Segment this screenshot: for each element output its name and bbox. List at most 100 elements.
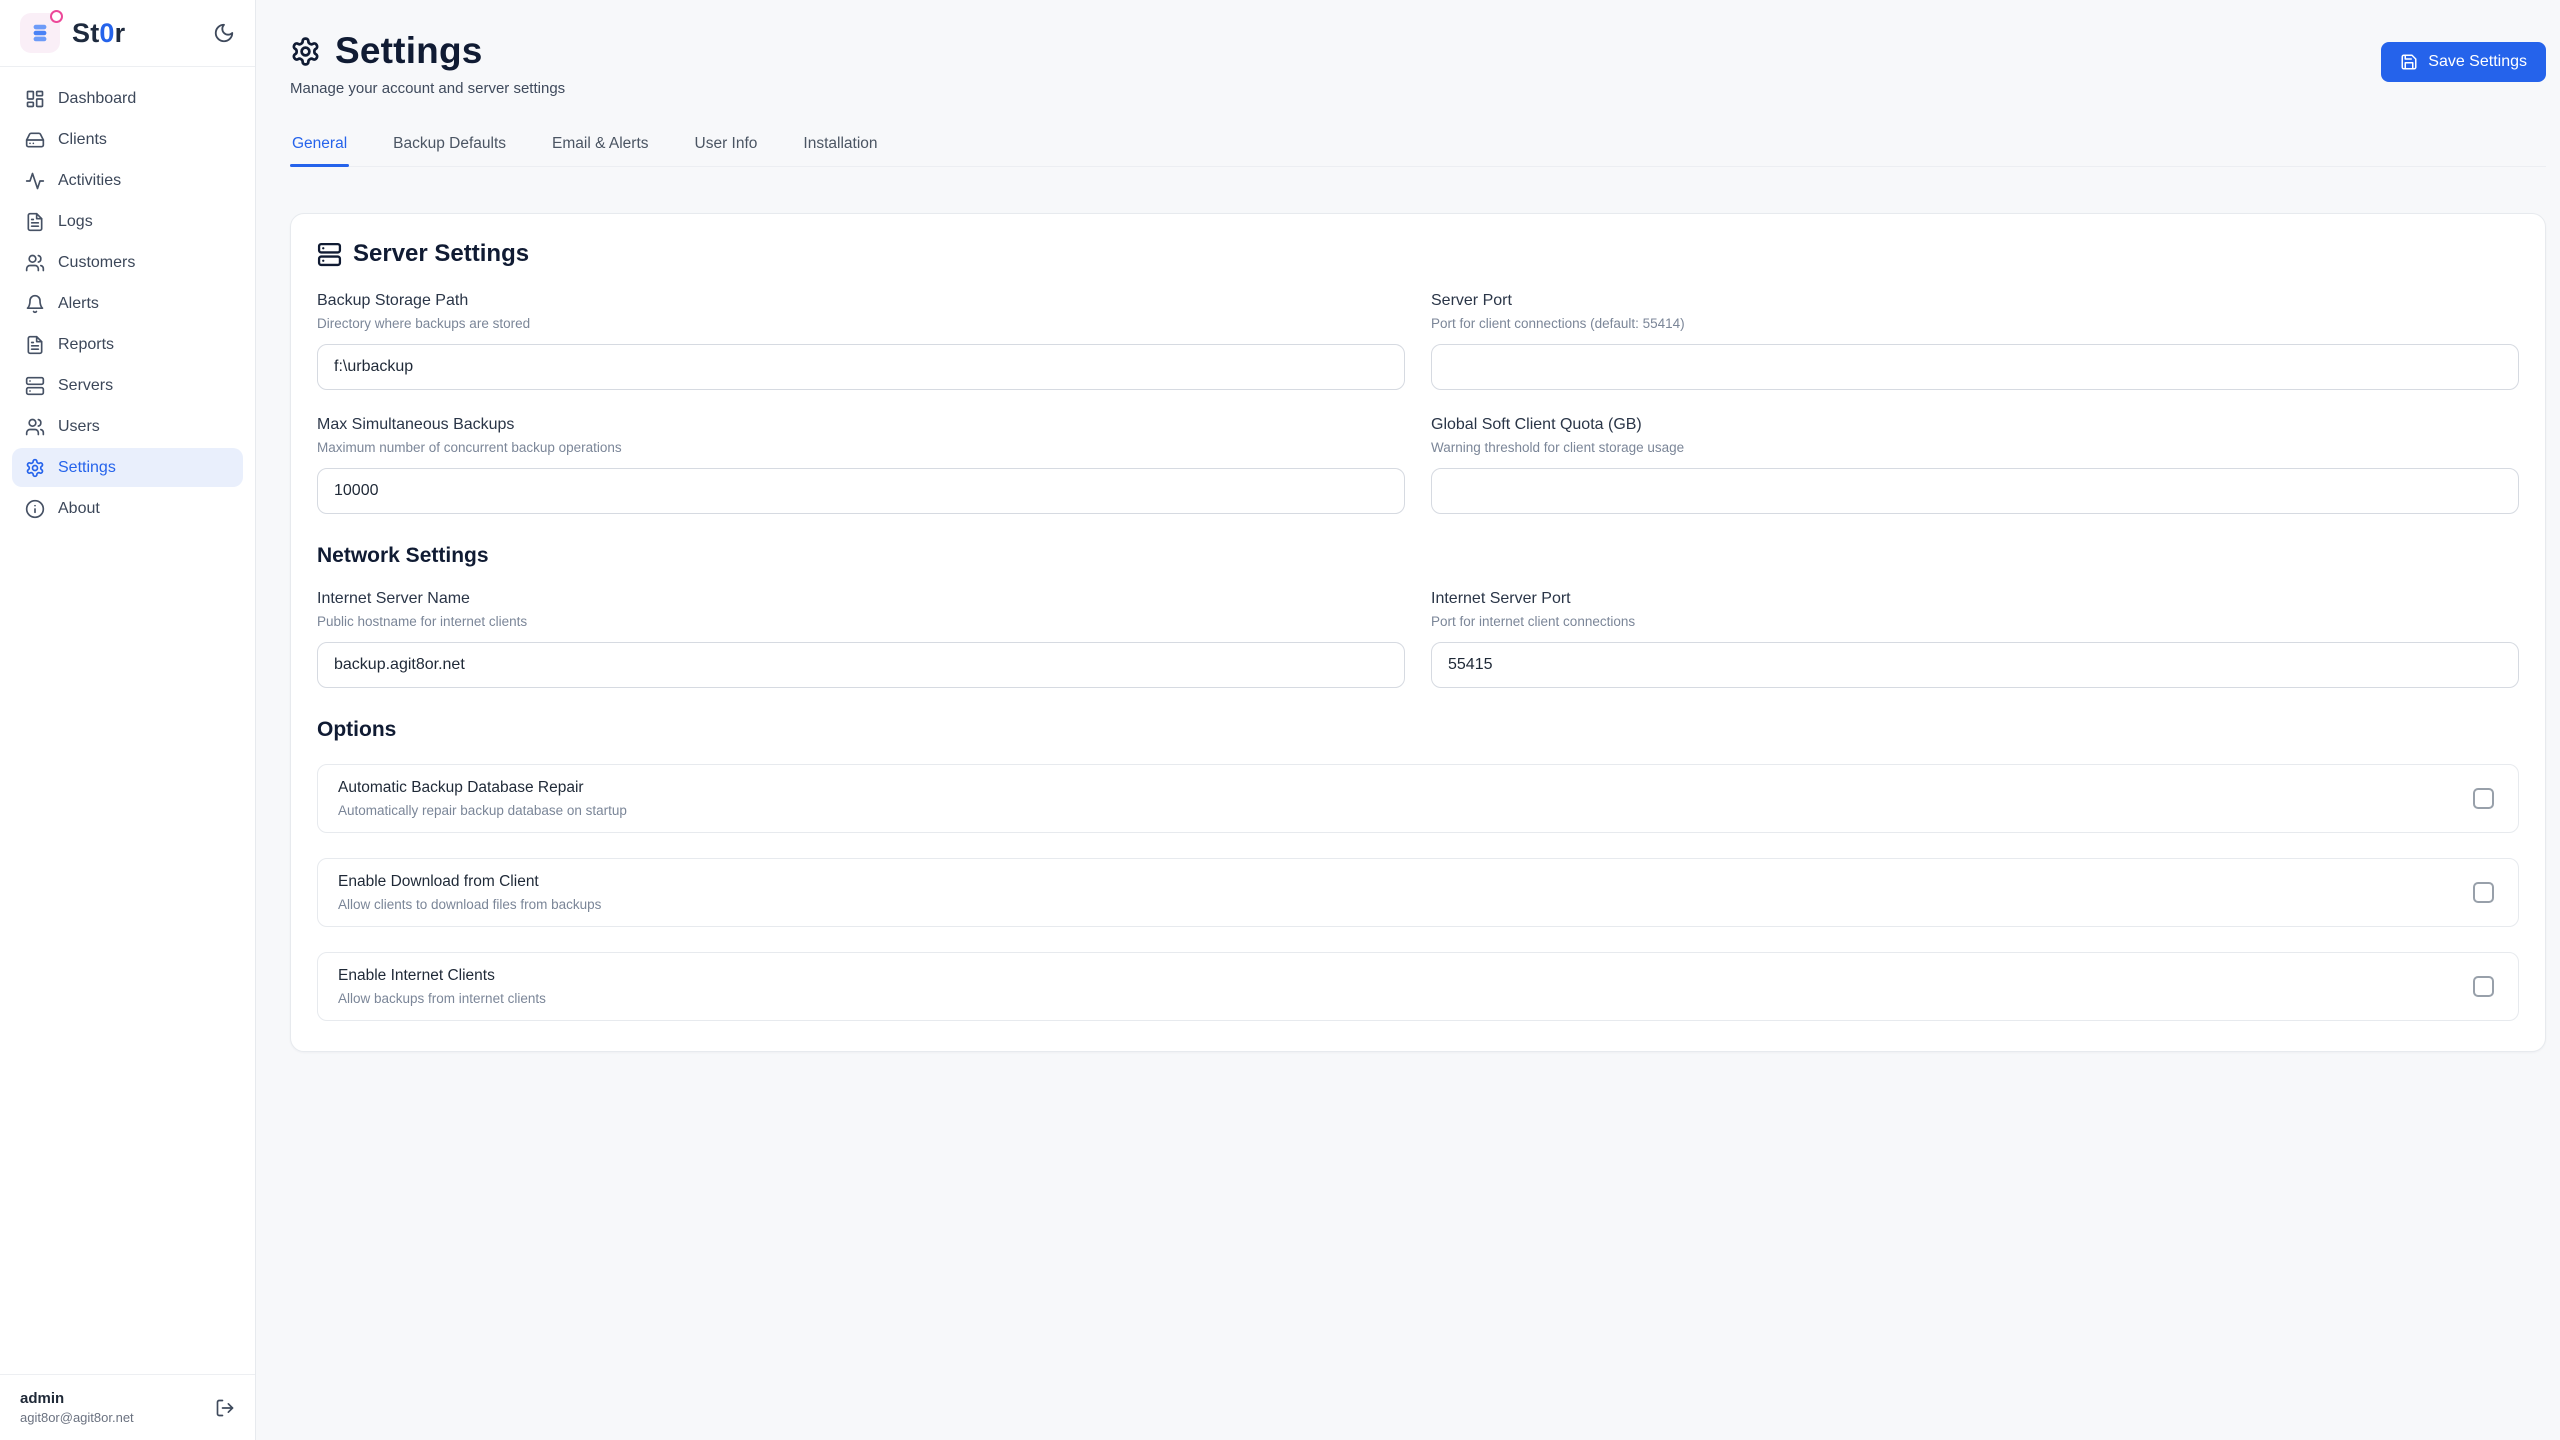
field-help: Port for client connections (default: 55… (1431, 316, 1685, 331)
sidebar-item-label: Dashboard (58, 89, 137, 107)
internet-server-port-input[interactable] (1431, 642, 2519, 688)
user-name: admin (20, 1390, 65, 1407)
field-help: Maximum number of concurrent backup oper… (317, 440, 622, 455)
field-label: Max Simultaneous Backups (317, 416, 515, 433)
option-label: Automatic Backup Database Repair (338, 779, 584, 796)
activity-icon (25, 171, 45, 191)
field-label: Internet Server Name (317, 590, 470, 607)
user-info: admin agit8or@agit8or.net (20, 1390, 134, 1425)
max-simultaneous-backups-input[interactable] (317, 468, 1405, 514)
sidebar-item-servers[interactable]: Servers (12, 366, 243, 405)
global-soft-client-quota-input[interactable] (1431, 468, 2519, 514)
options-list: Automatic Backup Database Repair Automat… (317, 764, 2519, 1021)
sidebar-item-logs[interactable]: Logs (12, 202, 243, 241)
sidebar-item-settings[interactable]: Settings (12, 448, 243, 487)
tab-user-info[interactable]: User Info (693, 133, 760, 166)
dashboard-icon (25, 89, 45, 109)
server-icon (25, 376, 45, 396)
server-settings-card: Server Settings Backup Storage Path Dire… (290, 213, 2546, 1052)
field-label: Internet Server Port (1431, 590, 1571, 607)
save-settings-label: Save Settings (2428, 53, 2527, 70)
sidebar-item-label: Alerts (58, 294, 99, 312)
field-internet-server-name: Internet Server Name Public hostname for… (317, 590, 1405, 688)
server-port-input[interactable] (1431, 344, 2519, 390)
sidebar-item-dashboard[interactable]: Dashboard (12, 79, 243, 118)
field-label: Server Port (1431, 292, 1512, 309)
field-internet-server-port: Internet Server Port Port for internet c… (1431, 590, 2519, 688)
hard-drive-icon (25, 130, 45, 150)
sidebar-item-about[interactable]: About (12, 489, 243, 528)
sidebar-user-panel: admin agit8or@agit8or.net (0, 1374, 255, 1440)
tab-email-alerts[interactable]: Email & Alerts (550, 133, 650, 166)
user-email: agit8or@agit8or.net (20, 1410, 134, 1425)
server-icon (317, 242, 342, 267)
users-icon (25, 253, 45, 273)
sidebar-item-activities[interactable]: Activities (12, 161, 243, 200)
app-logo (20, 10, 63, 53)
sidebar: St0r Dashboard Clients Activities Logs C… (0, 0, 256, 1440)
field-label: Global Soft Client Quota (GB) (1431, 416, 1642, 433)
option-automatic-backup-database-repair: Automatic Backup Database Repair Automat… (317, 764, 2519, 833)
users-icon (25, 417, 45, 437)
enable-download-from-client-checkbox[interactable] (2473, 882, 2494, 903)
gear-icon (25, 458, 45, 478)
field-label: Backup Storage Path (317, 292, 469, 309)
sidebar-item-label: Logs (58, 212, 93, 230)
sidebar-item-label: Reports (58, 335, 115, 353)
main-content: Settings Manage your account and server … (256, 0, 2560, 1440)
field-help: Warning threshold for client storage usa… (1431, 440, 1685, 455)
tab-general[interactable]: General (290, 133, 350, 167)
tab-backup-defaults[interactable]: Backup Defaults (391, 133, 508, 166)
internet-server-name-input[interactable] (317, 642, 1405, 688)
option-help: Automatically repair backup database on … (338, 803, 627, 818)
sidebar-item-label: Users (58, 417, 100, 435)
sidebar-item-label: Clients (58, 130, 107, 148)
sidebar-item-users[interactable]: Users (12, 407, 243, 446)
sidebar-item-reports[interactable]: Reports (12, 325, 243, 364)
option-help: Allow clients to download files from bac… (338, 897, 602, 912)
option-label: Enable Internet Clients (338, 967, 495, 984)
sidebar-item-customers[interactable]: Customers (12, 243, 243, 282)
logout-button[interactable] (215, 1398, 235, 1418)
brand-name: St0r (72, 17, 126, 48)
field-help: Public hostname for internet clients (317, 614, 528, 629)
server-settings-heading: Server Settings (317, 240, 2519, 268)
info-icon (25, 499, 45, 519)
options-heading: Options (317, 718, 397, 741)
backup-storage-path-input[interactable] (317, 344, 1405, 390)
server-settings-title: Server Settings (353, 240, 530, 267)
automatic-backup-database-repair-checkbox[interactable] (2473, 788, 2494, 809)
field-help: Port for internet client connections (1431, 614, 1636, 629)
sidebar-item-alerts[interactable]: Alerts (12, 284, 243, 323)
option-enable-internet-clients: Enable Internet Clients Allow backups fr… (317, 952, 2519, 1021)
sidebar-item-label: Activities (58, 171, 122, 189)
logo-badge-icon (50, 10, 63, 23)
logo-row: St0r (0, 0, 255, 66)
tab-installation[interactable]: Installation (801, 133, 879, 166)
settings-gear-icon (290, 36, 321, 67)
sidebar-nav: Dashboard Clients Activities Logs Custom… (0, 67, 255, 1374)
sidebar-item-label: Settings (58, 458, 116, 476)
moon-icon (213, 22, 235, 44)
page-header: Settings Manage your account and server … (290, 30, 2546, 97)
sidebar-item-clients[interactable]: Clients (12, 120, 243, 159)
field-backup-storage-path: Backup Storage Path Directory where back… (317, 292, 1405, 390)
sidebar-item-label: Servers (58, 376, 114, 394)
save-settings-button[interactable]: Save Settings (2381, 42, 2546, 82)
network-settings-heading: Network Settings (317, 544, 489, 567)
file-text-icon (25, 212, 45, 232)
logout-icon (215, 1398, 235, 1418)
field-max-simultaneous-backups: Max Simultaneous Backups Maximum number … (317, 416, 1405, 514)
page-subtitle: Manage your account and server settings (290, 80, 566, 97)
page-title: Settings (335, 30, 483, 71)
field-server-port: Server Port Port for client connections … (1431, 292, 2519, 390)
enable-internet-clients-checkbox[interactable] (2473, 976, 2494, 997)
option-enable-download-from-client: Enable Download from Client Allow client… (317, 858, 2519, 927)
bell-icon (25, 294, 45, 314)
sidebar-item-label: Customers (58, 253, 136, 271)
file-text-icon (25, 335, 45, 355)
dark-mode-toggle[interactable] (213, 22, 235, 44)
database-icon (29, 22, 51, 44)
field-global-soft-client-quota: Global Soft Client Quota (GB) Warning th… (1431, 416, 2519, 514)
save-icon (2400, 53, 2418, 71)
